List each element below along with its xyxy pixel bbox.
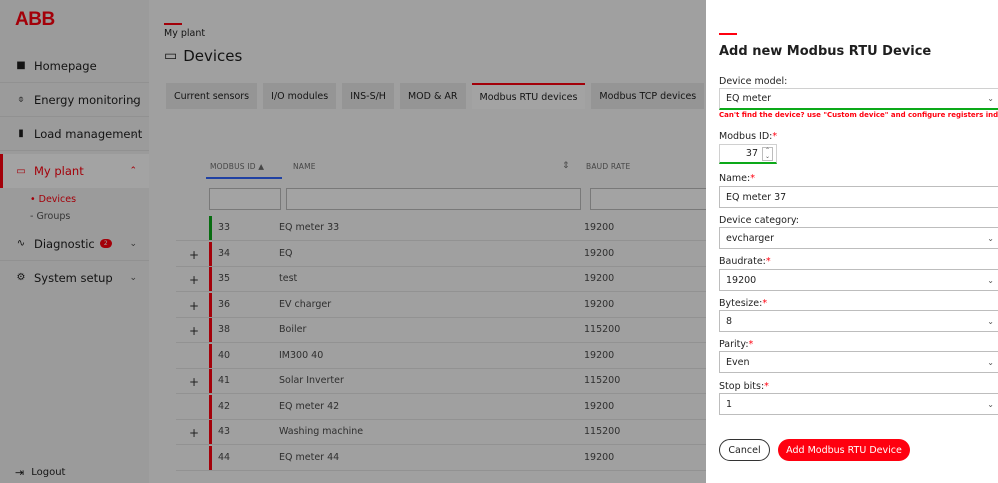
required-marker: * [762,298,768,309]
stop-bits-select[interactable]: 1 ⌄ [719,393,998,415]
parity-label: Parity:* [719,339,753,350]
stop-bits-label-text: Stop bits: [719,381,765,392]
cancel-button[interactable]: Cancel [719,439,770,461]
name-value: EQ meter 37 [726,191,787,203]
chevron-down-icon: ⌄ [987,233,994,243]
bytesize-label: Bytesize:* [719,298,767,309]
parity-label-text: Parity: [719,339,749,350]
modbus-id-value: 37 [745,148,758,159]
add-device-panel: Add new Modbus RTU Device Device model: … [706,0,998,483]
name-label-text: Name: [719,173,751,184]
bytesize-select[interactable]: 8 ⌄ [719,310,998,332]
chevron-down-icon: ⌄ [987,316,994,326]
modbus-id-label: Modbus ID:* [719,131,777,142]
modbus-id-stepper[interactable]: 37 ⌃ ⌄ [719,144,777,164]
device-model-value: EQ meter [726,93,772,104]
name-input[interactable]: EQ meter 37 [719,186,998,208]
required-marker: * [772,131,778,142]
baudrate-select[interactable]: 19200 ⌄ [719,269,998,291]
chevron-down-icon: ⌄ [987,357,994,367]
chevron-down-icon: ⌄ [987,399,994,409]
chevron-down-icon: ⌄ [987,94,994,103]
panel-title: Add new Modbus RTU Device [719,44,932,59]
bytesize-value: 8 [726,315,733,327]
required-marker: * [764,381,769,392]
panel-accent [719,33,737,35]
device-category-select[interactable]: evcharger ⌄ [719,227,998,249]
stop-bits-value: 1 [726,398,733,410]
baudrate-label-text: Baudrate: [719,256,766,267]
required-marker: * [765,256,771,267]
baudrate-value: 19200 [726,274,757,286]
required-marker: * [750,173,755,184]
modal-backdrop[interactable] [0,0,706,483]
baudrate-label: Baudrate:* [719,256,771,267]
required-marker: * [748,339,754,350]
add-modbus-rtu-device-button[interactable]: Add Modbus RTU Device [778,439,910,461]
chevron-down-icon: ⌄ [987,275,994,285]
bytesize-label-text: Bytesize: [719,298,763,309]
stop-bits-label: Stop bits:* [719,381,769,392]
device-category-value: evcharger [726,232,775,244]
device-model-label: Device model: [719,76,788,87]
parity-value: Even [726,356,750,368]
name-label: Name:* [719,173,755,184]
device-model-hint: Can't find the device? use "Custom devic… [719,111,998,119]
modbus-id-label-text: Modbus ID: [719,131,773,142]
spinner-icon[interactable]: ⌃ ⌄ [762,147,773,161]
device-category-label: Device category: [719,215,800,226]
device-model-select[interactable]: EQ meter ⌄ [719,88,998,110]
parity-select[interactable]: Even ⌄ [719,351,998,373]
